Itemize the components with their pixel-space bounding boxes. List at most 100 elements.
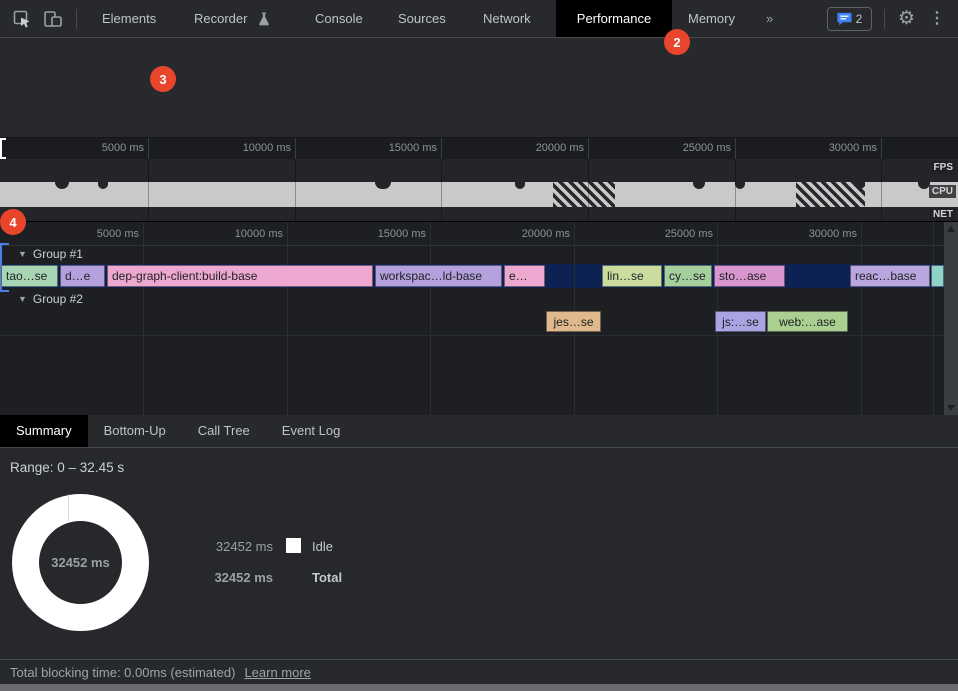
cpu-dip-notch [735, 182, 745, 189]
event-bar[interactable]: workspac…ld-base [375, 265, 502, 287]
net-lane [0, 207, 958, 221]
event-bar[interactable]: js:…se [715, 311, 766, 332]
collapse-triangle-icon: ▼ [18, 249, 27, 259]
detail-tab-bar: SummaryBottom-UpCall TreeEvent Log [0, 415, 958, 448]
devtools-window: Elements Recorder Console Sources Network Per… [0, 0, 958, 691]
track-divider [0, 335, 944, 336]
idle-swatch [286, 538, 301, 553]
device-toolbar-icon[interactable] [42, 9, 64, 29]
divider [76, 9, 77, 29]
detail-tab-summary[interactable]: Summary [0, 415, 88, 447]
overview-left-grip[interactable] [0, 138, 6, 159]
detail-tab-bottom-up[interactable]: Bottom-Up [88, 415, 182, 447]
overview-tick [588, 138, 589, 159]
range-label: Range: 0 – 32.45 s [10, 460, 124, 475]
overview-tick-label: 10000 ms [221, 142, 291, 154]
summary-pane: Range: 0 – 32.45 s 32452 ms 32452 ms Idl… [0, 448, 958, 659]
event-bar[interactable]: cy…se [664, 265, 712, 287]
timeline-gridline [861, 222, 862, 415]
cpu-busy-region [553, 182, 615, 207]
cpu-lane-label: CPU [929, 185, 956, 198]
event-bar[interactable]: jes…se [546, 311, 601, 332]
status-bar: Total blocking time: 0.00ms (estimated) … [0, 659, 958, 684]
cpu-lane [0, 182, 958, 207]
tab-network[interactable]: Network [483, 0, 531, 37]
overview-tick-label: 30000 ms [807, 142, 877, 154]
event-bar[interactable]: tao…se [1, 265, 58, 287]
total-value: 32452 ms [193, 570, 273, 585]
overview-tick-label: 5000 ms [74, 142, 144, 154]
event-bar[interactable]: d…e [60, 265, 105, 287]
overview-tick-line [735, 159, 736, 221]
overview-tick-line [148, 159, 149, 221]
cpu-dip-notch [693, 182, 705, 189]
flame-chart[interactable]: ▼Group #1 ▼Group #2 5000 ms10000 ms15000… [0, 222, 958, 415]
total-blocking-time-text: Total blocking time: 0.00ms (estimated) [10, 665, 235, 680]
timeline-gridline [430, 222, 431, 415]
idle-value: 32452 ms [193, 539, 273, 554]
settings-gear-icon[interactable]: ⚙ [898, 9, 915, 28]
tab-memory[interactable]: Memory [688, 0, 735, 37]
net-lane-label: NET [930, 208, 956, 221]
scroll-down-icon[interactable] [947, 405, 955, 411]
learn-more-link[interactable]: Learn more [244, 665, 310, 680]
timeline-overview[interactable]: FPS CPU NET 5000 ms10000 ms15000 ms20000… [0, 138, 958, 222]
timeline-gridline [143, 222, 144, 415]
overview-tick [881, 138, 882, 159]
fps-lane-label: FPS [931, 161, 956, 174]
detail-tab-call-tree[interactable]: Call Tree [182, 415, 266, 447]
tab-elements[interactable]: Elements [102, 0, 156, 37]
tab-console[interactable]: Console [315, 0, 363, 37]
timeline-tick-label: 30000 ms [787, 228, 857, 240]
event-bar[interactable]: web:…ase [767, 311, 848, 332]
event-bar[interactable]: dep-graph-client:build-base [107, 265, 373, 287]
scroll-up-icon[interactable] [947, 226, 955, 232]
idle-label: Idle [312, 539, 333, 554]
timeline-gridline [287, 222, 288, 415]
overview-tick [441, 138, 442, 159]
timeline-tick-label: 25000 ms [643, 228, 713, 240]
group-2-header[interactable]: ▼Group #2 [18, 292, 83, 306]
overview-tick-line [441, 159, 442, 221]
timeline-tick-label: 5000 ms [69, 228, 139, 240]
event-bar[interactable]: lin…se [602, 265, 662, 287]
tab-sources[interactable]: Sources [398, 0, 446, 37]
overview-tick-line [881, 159, 882, 221]
group-1-header[interactable]: ▼Group #1 [18, 247, 83, 261]
cpu-dip-notch [55, 182, 69, 189]
divider [884, 9, 885, 29]
overview-tick [148, 138, 149, 159]
overview-tick-line [295, 159, 296, 221]
overview-tick-label: 25000 ms [661, 142, 731, 154]
ruler-separator [0, 245, 944, 246]
event-bar[interactable]: e… [504, 265, 545, 287]
event-bar[interactable]: sto…ase [714, 265, 785, 287]
fps-lane [0, 159, 958, 182]
collapse-triangle-icon: ▼ [18, 294, 27, 304]
tab-recorder[interactable]: Recorder [194, 0, 247, 37]
annotation-badge-3: 3 [150, 66, 176, 92]
issues-counter[interactable]: 2 [827, 7, 872, 31]
overview-tick [295, 138, 296, 159]
cpu-dip-notch [515, 182, 525, 189]
timeline-gridline [933, 222, 934, 415]
performance-toolbar: #4 ▼ ScreenshotsMemoryWeb Vitals ⚙ [0, 38, 958, 75]
cpu-dip-notch [98, 182, 108, 189]
devtools-tab-bar: Elements Recorder Console Sources Network Per… [0, 0, 958, 38]
vertical-scrollbar[interactable] [944, 222, 958, 415]
capture-options-row-2: Enable advanced paint instrumentation (s… [0, 106, 958, 138]
event-bar[interactable]: reac…base [850, 265, 930, 287]
tab-performance[interactable]: Performance [556, 0, 672, 37]
more-tabs-chevron[interactable]: » [766, 0, 773, 37]
messages-icon [837, 12, 852, 26]
event-bar[interactable] [931, 265, 944, 287]
donut-total-label: 32452 ms [12, 494, 149, 631]
annotation-badge-4: 4 [0, 209, 26, 235]
recorder-experiment-flask-icon [256, 11, 272, 27]
inspect-element-icon[interactable] [12, 9, 32, 29]
three-dot-menu-icon[interactable]: ⋮ [929, 8, 945, 28]
cpu-dip-notch [375, 182, 391, 189]
issues-count: 2 [856, 12, 863, 26]
timeline-tick-label: 20000 ms [500, 228, 570, 240]
detail-tab-event-log[interactable]: Event Log [266, 415, 357, 447]
